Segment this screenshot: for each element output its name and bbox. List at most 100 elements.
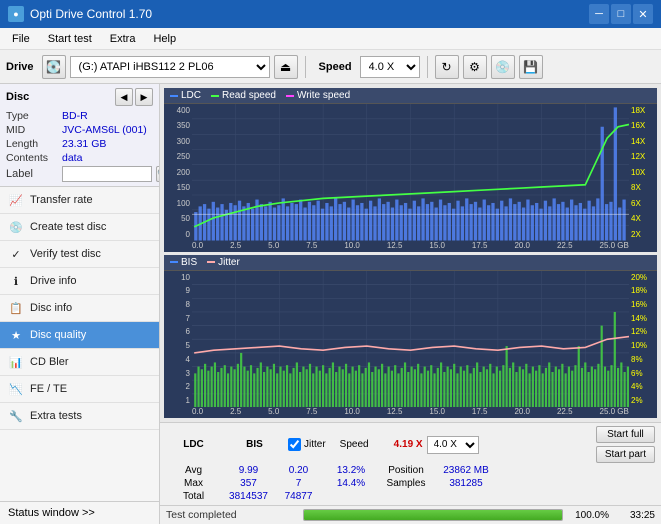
speed-select[interactable]: 4.0 X <box>360 56 420 78</box>
sidebar-item-extra-tests[interactable]: 🔧 Extra tests <box>0 403 159 430</box>
status-text: Test completed <box>166 509 295 521</box>
transfer-rate-icon: 📈 <box>8 192 24 208</box>
title-bar: ● Opti Drive Control 1.70 ─ □ ✕ <box>0 0 661 28</box>
avg-label: Avg <box>166 465 221 476</box>
sidebar-item-create-test-disc[interactable]: 💿 Create test disc <box>0 214 159 241</box>
save-button[interactable]: 💾 <box>519 55 543 79</box>
speed-select2[interactable]: 4.0 X <box>427 436 479 454</box>
top-chart-header: LDC Read speed Write speed <box>164 88 657 104</box>
app-title: Opti Drive Control 1.70 <box>30 7 152 21</box>
drive-select[interactable]: (G:) ATAPI iHBS112 2 PL06 <box>70 56 270 78</box>
jitter-checkbox-group: Jitter <box>288 438 326 451</box>
legend-bis: BIS <box>170 257 197 268</box>
top-chart-x-labels: 0.0 2.5 5.0 7.5 10.0 12.5 15.0 17.5 20.0… <box>164 241 657 252</box>
bis-max: 7 <box>276 478 321 489</box>
maximize-button[interactable]: □ <box>611 4 631 24</box>
top-chart-wrapper: LDC Read speed Write speed 400 <box>164 88 657 252</box>
start-part-button[interactable]: Start part <box>596 446 655 463</box>
sidebar-item-cd-bler[interactable]: 📊 CD Bler <box>0 349 159 376</box>
jitter-max: 14.4% <box>321 478 381 489</box>
toolbar: Drive 💽 (G:) ATAPI iHBS112 2 PL06 ⏏ Spee… <box>0 50 661 84</box>
menu-file[interactable]: File <box>4 31 38 47</box>
legend-ldc: LDC <box>170 90 201 101</box>
ldc-legend-dot <box>170 95 178 97</box>
menu-bar: File Start test Extra Help <box>0 28 661 50</box>
max-label: Max <box>166 478 221 489</box>
settings-button[interactable]: ⚙ <box>463 55 487 79</box>
top-chart-y-left: 400 350 300 250 200 150 100 50 0 <box>164 104 192 241</box>
eject-button[interactable]: ⏏ <box>274 55 298 79</box>
position-value: 23862 MB <box>431 465 501 476</box>
menu-help[interactable]: Help <box>145 31 184 47</box>
legend-read: Read speed <box>211 90 276 101</box>
read-legend-label: Read speed <box>222 90 276 101</box>
samples-value: 381285 <box>431 478 501 489</box>
top-chart-svg <box>192 104 629 241</box>
speed-info-group: Speed 4.19 X 4.0 X <box>340 436 479 454</box>
create-test-disc-icon: 💿 <box>8 219 24 235</box>
sidebar-item-label-create-test-disc: Create test disc <box>30 221 106 233</box>
bis-legend-label: BIS <box>181 257 197 268</box>
jitter-label: Jitter <box>304 439 326 450</box>
refresh-button[interactable]: ↻ <box>435 55 459 79</box>
bis-header: BIS <box>246 439 263 450</box>
mid-value: JVC-AMS6L (001) <box>62 124 147 136</box>
drive-label: Drive <box>6 61 34 73</box>
verify-test-disc-icon: ✓ <box>8 246 24 262</box>
progress-bar-container: Test completed 100.0% 33:25 <box>160 505 661 524</box>
ldc-bars <box>194 107 626 240</box>
bottom-chart-x-labels: 0.0 2.5 5.0 7.5 10.0 12.5 15.0 17.5 20.0… <box>164 407 657 418</box>
disc-btn-2[interactable]: ▶ <box>135 88 153 106</box>
status-window[interactable]: Status window >> <box>0 501 159 524</box>
sidebar-item-transfer-rate[interactable]: 📈 Transfer rate <box>0 187 159 214</box>
close-button[interactable]: ✕ <box>633 4 653 24</box>
bottom-chart-y-left: 10 9 8 7 6 5 4 3 2 1 <box>164 271 192 408</box>
label-input[interactable] <box>62 166 152 182</box>
status-window-label: Status window >> <box>8 507 95 519</box>
ldc-max: 357 <box>221 478 276 489</box>
sidebar-item-label-extra-tests: Extra tests <box>30 410 82 422</box>
sidebar-item-verify-test-disc[interactable]: ✓ Verify test disc <box>0 241 159 268</box>
bis-avg: 0.20 <box>276 465 321 476</box>
contents-label: Contents <box>6 152 58 164</box>
samples-label: Samples <box>381 478 431 489</box>
jitter-legend-label: Jitter <box>218 257 240 268</box>
speed-value: 4.19 X <box>394 439 423 450</box>
disc-btn-1[interactable]: ◀ <box>115 88 133 106</box>
sidebar-item-drive-info[interactable]: ℹ Drive info <box>0 268 159 295</box>
legend-jitter: Jitter <box>207 257 240 268</box>
bottom-chart-header: BIS Jitter <box>164 255 657 271</box>
disc-button[interactable]: 💿 <box>491 55 515 79</box>
bottom-chart-y-right: 20% 18% 16% 14% 12% 10% 8% 6% 4% 2% <box>629 271 657 408</box>
sidebar-item-fe-te[interactable]: 📉 FE / TE <box>0 376 159 403</box>
progress-bar <box>303 509 563 521</box>
sidebar-nav: 📈 Transfer rate 💿 Create test disc ✓ Ver… <box>0 187 159 501</box>
total-label: Total <box>166 491 221 502</box>
sidebar-item-disc-quality[interactable]: ★ Disc quality <box>0 322 159 349</box>
jitter-checkbox[interactable] <box>288 438 301 451</box>
sidebar-item-label-disc-quality: Disc quality <box>30 329 86 341</box>
main-layout: Disc ◀ ▶ Type BD-R MID JVC-AMS6L (001) L… <box>0 84 661 524</box>
bottom-chart-svg <box>192 271 629 408</box>
menu-extra[interactable]: Extra <box>102 31 144 47</box>
minimize-button[interactable]: ─ <box>589 4 609 24</box>
sidebar-item-label-transfer-rate: Transfer rate <box>30 194 93 206</box>
sidebar-item-disc-info[interactable]: 📋 Disc info <box>0 295 159 322</box>
speed-label: Speed <box>319 61 352 73</box>
top-chart-svg-area <box>192 104 629 241</box>
length-label: Length <box>6 138 58 150</box>
ldc-total: 3814537 <box>221 491 276 502</box>
start-full-button[interactable]: Start full <box>596 426 655 443</box>
position-label: Position <box>381 465 431 476</box>
bottom-chart-wrapper: BIS Jitter 10 9 8 7 6 5 <box>164 255 657 419</box>
cd-bler-icon: 📊 <box>8 354 24 370</box>
length-value: 23.31 GB <box>62 138 106 150</box>
jitter-legend-dot <box>207 261 215 263</box>
menu-start-test[interactable]: Start test <box>40 31 100 47</box>
sidebar-item-label-fe-te: FE / TE <box>30 383 67 395</box>
label-label: Label <box>6 168 58 180</box>
bottom-chart-svg-area <box>192 271 629 408</box>
chart-container: LDC Read speed Write speed 400 <box>160 84 661 422</box>
extra-tests-icon: 🔧 <box>8 408 24 424</box>
sidebar: Disc ◀ ▶ Type BD-R MID JVC-AMS6L (001) L… <box>0 84 160 524</box>
